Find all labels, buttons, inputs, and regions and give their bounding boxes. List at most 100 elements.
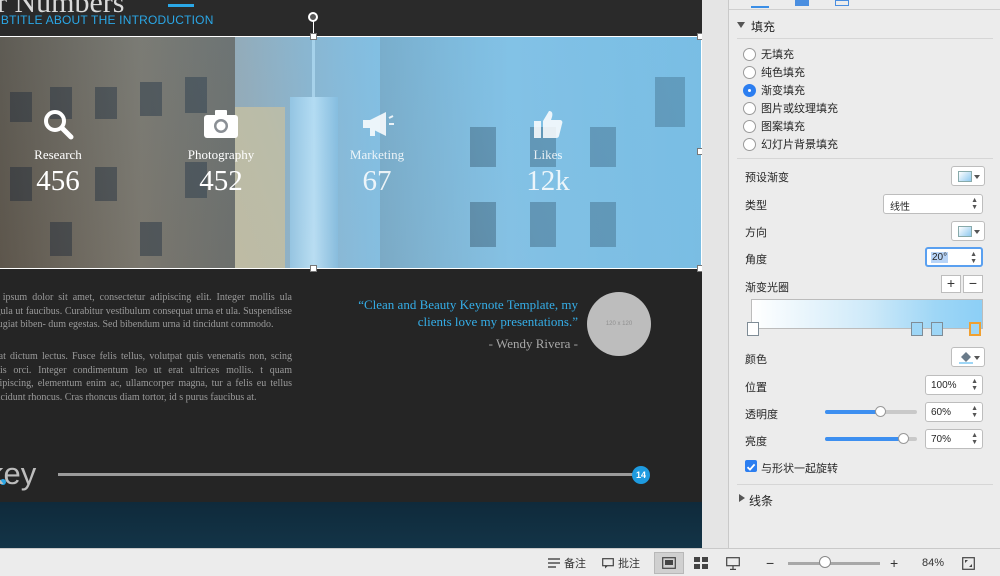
slide-subtitle[interactable]: UBTITLE ABOUT THE INTRODUCTION <box>0 13 214 27</box>
fill-option-picture[interactable]: 图片或纹理填充 <box>743 100 838 116</box>
slide-canvas[interactable]: ur Numbers UBTITLE ABOUT THE INTRODUCTIO… <box>0 0 728 548</box>
format-inspector: 填充 无填充 纯色填充 渐变填充 图片或纹理填充 图案填充 幻灯片背景填充 预设… <box>728 0 1000 548</box>
brightness-slider[interactable] <box>825 433 917 444</box>
selection-border <box>0 36 702 37</box>
resize-handle[interactable] <box>697 33 702 40</box>
angle-value: 20° <box>931 252 949 263</box>
brightness-value: 70% <box>931 434 952 445</box>
transparency-slider[interactable] <box>825 406 917 417</box>
page-number-badge: 14 <box>632 466 650 484</box>
stepper-arrows-icon: ▲ ▼ <box>971 378 978 392</box>
body-paragraph[interactable]: m ipsum dolor sit amet, consectetur adip… <box>0 291 292 332</box>
radio-button[interactable] <box>743 101 756 115</box>
fill-option-none[interactable]: 无填充 <box>743 46 794 62</box>
check-icon <box>746 463 756 471</box>
collapse-triangle-icon[interactable] <box>737 22 745 28</box>
fill-option-solid[interactable]: 纯色填充 <box>743 64 805 80</box>
resize-handle[interactable] <box>310 265 317 272</box>
line-section-title[interactable]: 线条 <box>749 492 773 509</box>
color-well[interactable] <box>951 347 985 367</box>
notes-button[interactable]: 备注 <box>548 553 586 573</box>
zoom-slider[interactable] <box>788 562 880 565</box>
testimonial-author[interactable]: - Wendy Rivera - <box>400 336 578 352</box>
transparency-stepper[interactable]: 60% ▲ ▼ <box>925 402 983 422</box>
inspector-tabs <box>729 0 1000 10</box>
preset-gradient-well[interactable] <box>951 166 985 186</box>
fill-section-title[interactable]: 填充 <box>751 18 775 35</box>
rotate-handle[interactable] <box>308 12 318 22</box>
gradient-stop-handle[interactable] <box>911 322 923 336</box>
arrange-icon <box>835 0 849 6</box>
comments-button[interactable]: 批注 <box>602 553 640 573</box>
resize-handle[interactable] <box>697 265 702 272</box>
angle-stepper[interactable]: 20° ▲ ▼ <box>925 247 983 267</box>
testimonial-quote[interactable]: “Clean and Beauty Keynote Template, my c… <box>336 296 578 330</box>
title-underline <box>168 4 194 7</box>
radio-button[interactable] <box>743 65 756 79</box>
color-label: 颜色 <box>745 354 767 366</box>
stepper-arrows-icon: ▲ ▼ <box>971 197 978 211</box>
city-photo-band[interactable]: Research 456 Photography 452 Marketing 6… <box>0 37 702 268</box>
gradient-stop-handle[interactable] <box>931 322 943 336</box>
gradient-type-value: 线性 <box>890 202 910 213</box>
position-stepper[interactable]: 100% ▲ ▼ <box>925 375 983 395</box>
rotate-with-shape-label[interactable]: 与形状一起旋转 <box>761 460 838 476</box>
radio-button[interactable] <box>743 119 756 133</box>
slider-knob[interactable] <box>898 433 909 444</box>
search-icon <box>0 107 118 141</box>
stat-likes[interactable]: Likes 12k <box>488 107 608 198</box>
fit-window-icon <box>962 556 975 570</box>
stat-photography[interactable]: Photography 452 <box>161 107 281 198</box>
slide[interactable]: ur Numbers UBTITLE ABOUT THE INTRODUCTIO… <box>0 0 702 548</box>
zoom-slider-knob[interactable] <box>819 556 831 568</box>
brightness-stepper[interactable]: 70% ▲ ▼ <box>925 429 983 449</box>
paint-bucket-icon <box>958 351 974 369</box>
gradient-stop-handle[interactable] <box>747 322 759 336</box>
comments-label: 批注 <box>618 558 640 570</box>
transparency-value: 60% <box>931 407 952 418</box>
slider-fill <box>825 437 903 441</box>
radio-button[interactable] <box>743 137 756 151</box>
zoom-out-button[interactable]: − <box>766 553 774 573</box>
stat-value: 67 <box>362 165 392 197</box>
fill-option-gradient[interactable]: 渐变填充 <box>743 82 805 98</box>
radio-label: 图案填充 <box>761 121 805 133</box>
fill-option-slide-background[interactable]: 幻灯片背景填充 <box>743 136 838 152</box>
normal-view-button[interactable] <box>654 552 684 574</box>
slide-sorter-button[interactable] <box>694 553 708 573</box>
stat-marketing[interactable]: Marketing 67 <box>317 107 437 198</box>
gradient-stops-bar[interactable] <box>751 299 983 329</box>
direction-well[interactable] <box>951 221 985 241</box>
megaphone-icon <box>317 107 437 141</box>
rotate-with-shape-checkbox[interactable] <box>745 460 757 472</box>
body-paragraph[interactable]: c at dictum lectus. Fusce felis tellus, … <box>0 350 292 404</box>
resize-handle[interactable] <box>310 33 317 40</box>
stepper-arrows-icon: ▲ ▼ <box>971 405 978 419</box>
stat-research[interactable]: Research 456 <box>0 107 118 198</box>
slider-knob[interactable] <box>875 406 886 417</box>
remove-stop-button[interactable]: − <box>963 275 983 293</box>
stat-label: Photography <box>187 147 255 162</box>
zoom-in-button[interactable]: + <box>890 553 898 573</box>
avatar-placeholder[interactable]: 120 x 120 <box>587 292 651 356</box>
gradient-stop-handle-selected[interactable] <box>969 322 981 336</box>
radio-button-selected[interactable] <box>743 83 756 97</box>
grid-view-icon <box>694 557 708 569</box>
text-format-icon <box>795 0 809 6</box>
tab-text-format[interactable] <box>793 0 811 8</box>
zoom-level[interactable]: 84% <box>922 553 944 573</box>
tab-arrange[interactable] <box>833 0 851 8</box>
radio-button[interactable] <box>743 47 756 61</box>
add-stop-button[interactable]: + <box>941 275 961 293</box>
brand-logo-text[interactable]: key <box>0 456 36 492</box>
fill-option-pattern[interactable]: 图案填充 <box>743 118 805 134</box>
divider <box>737 38 993 39</box>
resize-handle[interactable] <box>697 148 702 155</box>
expand-triangle-icon[interactable] <box>739 494 745 502</box>
tab-shape-format[interactable] <box>751 0 769 8</box>
slideshow-button[interactable] <box>726 553 740 573</box>
fit-to-window-button[interactable] <box>962 553 975 573</box>
gradient-type-select[interactable]: 线性 ▲ ▼ <box>883 194 983 214</box>
gradient-stops-label: 渐变光圈 <box>745 282 789 294</box>
radio-label: 无填充 <box>761 49 794 61</box>
